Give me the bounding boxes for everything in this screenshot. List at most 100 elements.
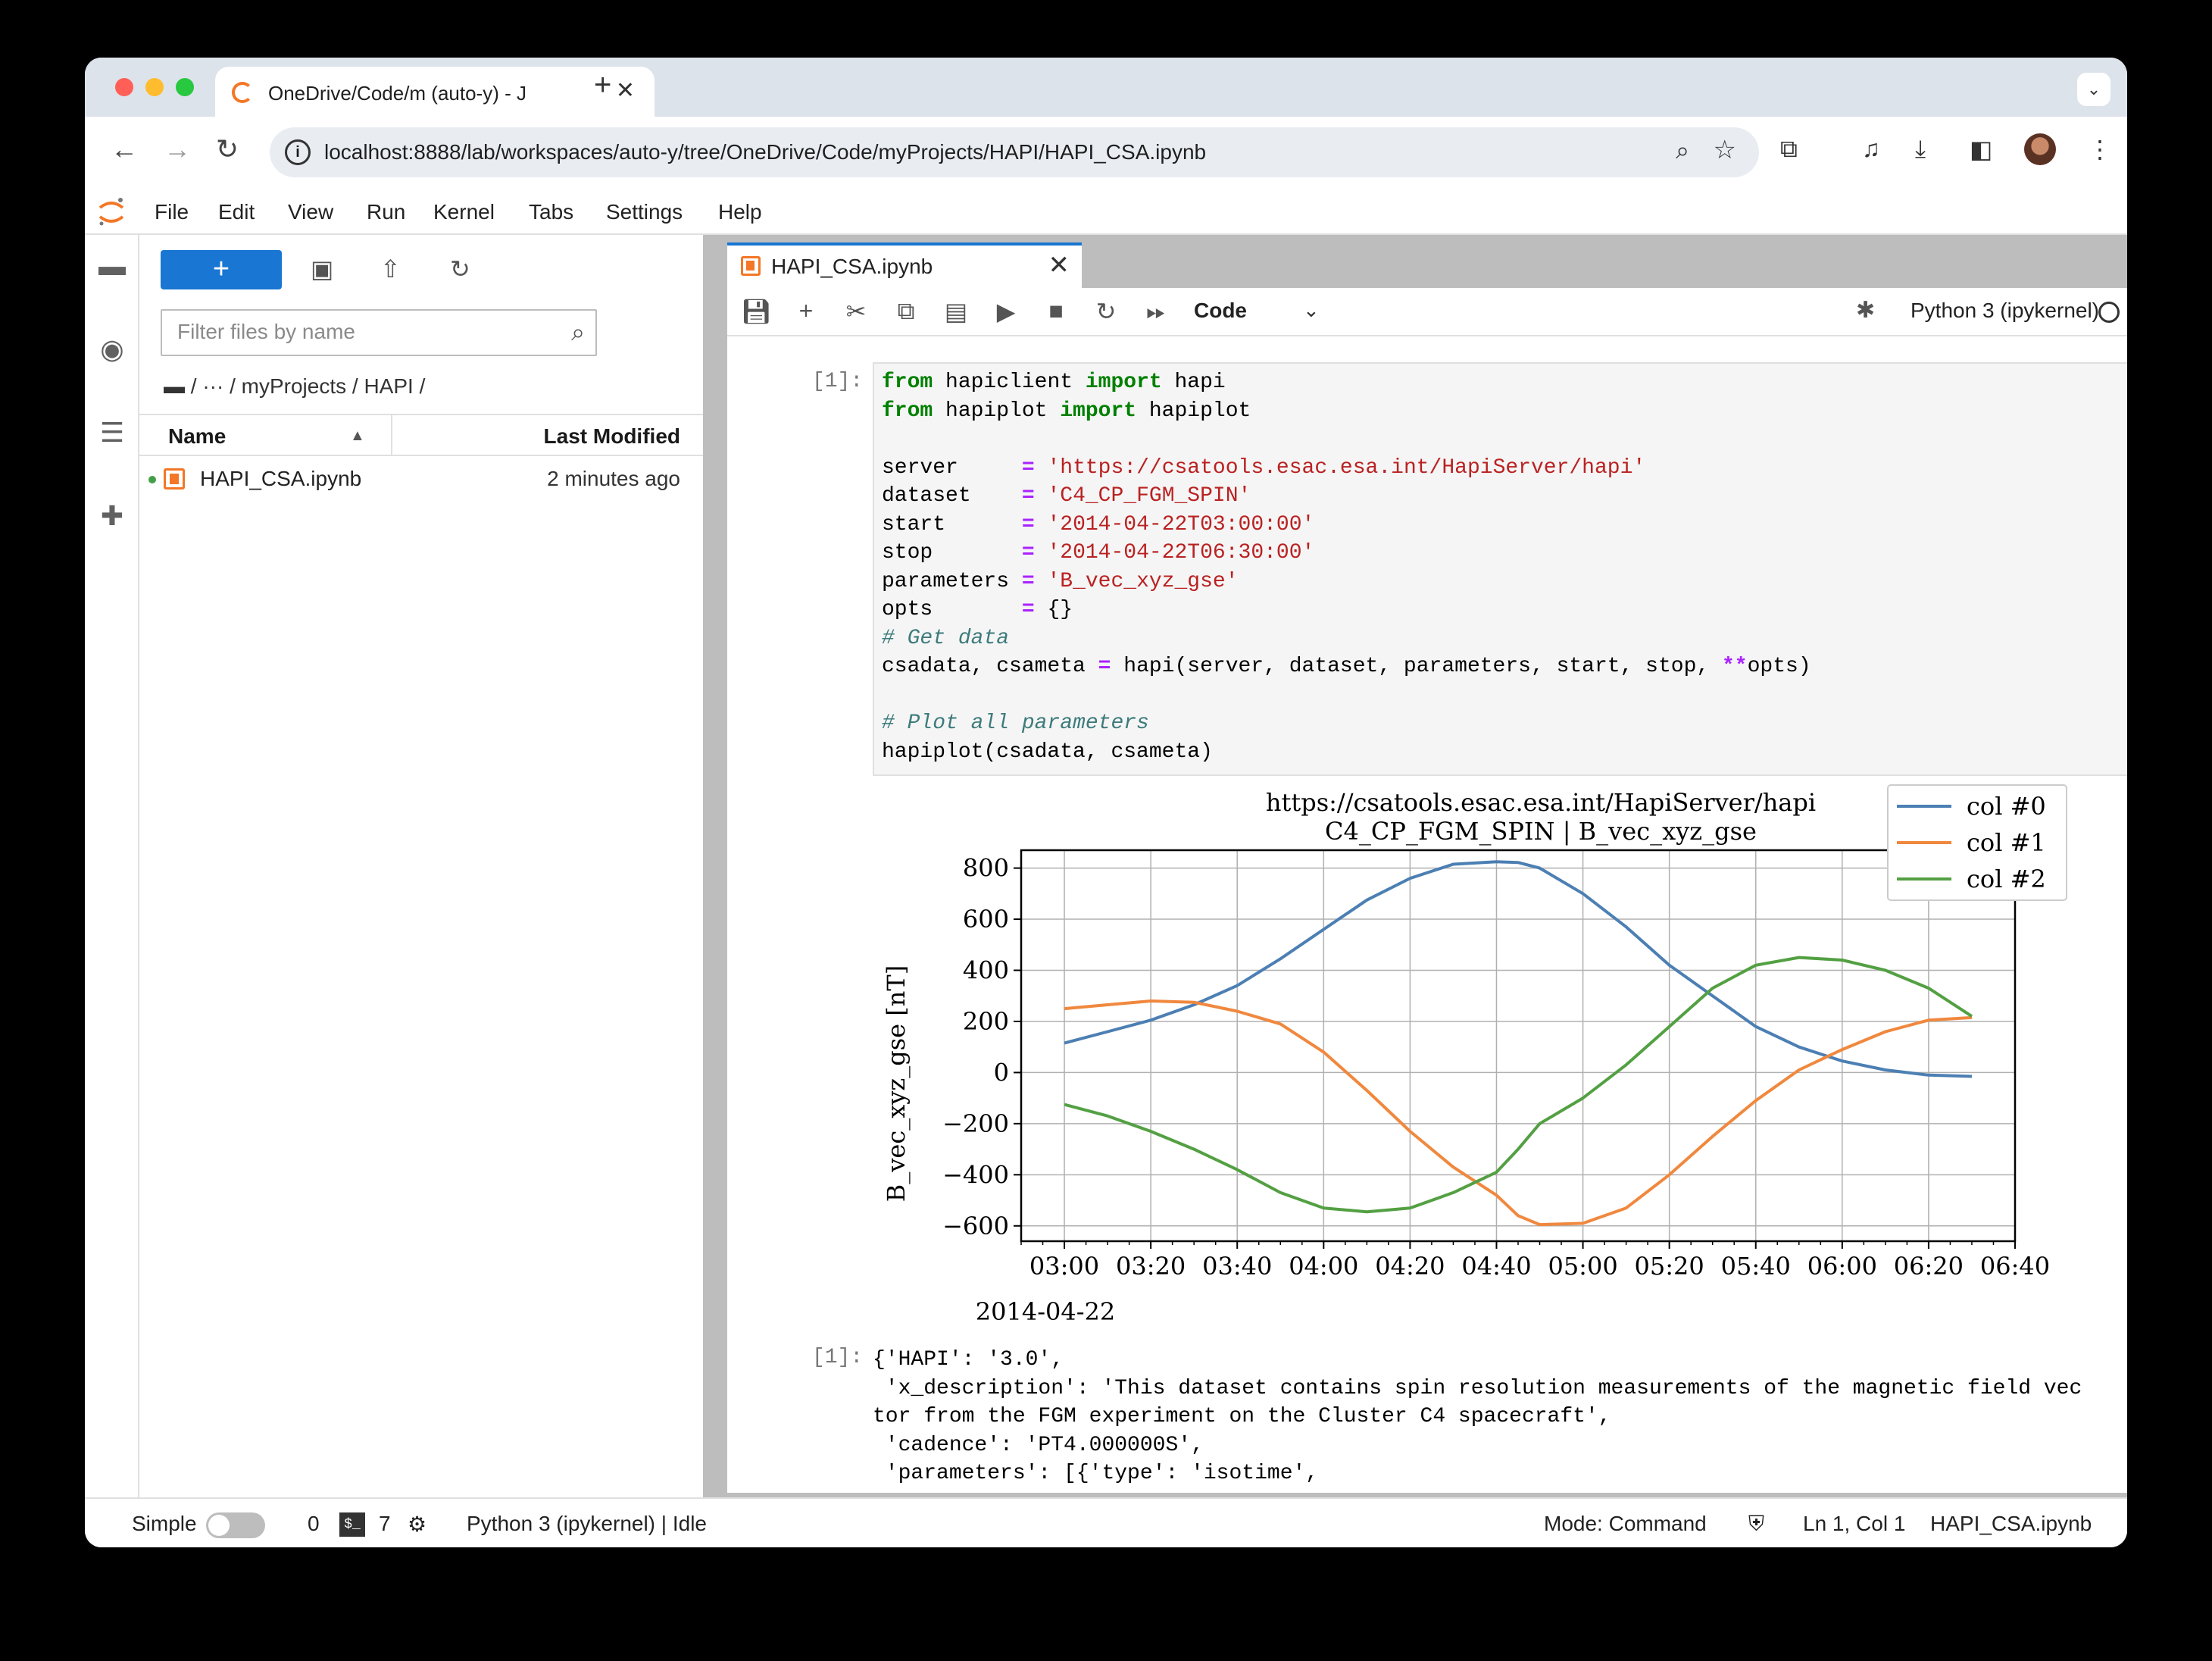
menu-run[interactable]: Run — [367, 200, 405, 224]
folder-icon[interactable]: ▬ — [94, 250, 130, 286]
tab-search-icon[interactable]: ⌄ — [2077, 73, 2110, 106]
stop-icon[interactable]: ■ — [1041, 297, 1071, 325]
breadcrumb-path[interactable]: / ··· / myProjects / HAPI / — [191, 374, 426, 398]
chevron-down-icon[interactable]: ⌄ — [1303, 299, 1320, 322]
new-launcher-button[interactable]: + — [161, 250, 282, 289]
y-tick-label: −200 — [942, 1109, 1009, 1138]
simple-mode-toggle[interactable] — [206, 1512, 265, 1538]
column-name-header[interactable]: Name — [168, 424, 226, 449]
zoom-icon[interactable]: ⌕ — [1676, 136, 1689, 165]
menu-file[interactable]: File — [155, 200, 189, 224]
kernel-status-icon — [2098, 302, 2120, 323]
site-info-icon[interactable]: i — [285, 139, 311, 165]
menu-settings[interactable]: Settings — [606, 200, 683, 224]
code-cell-editor[interactable]: from hapiclient import hapi from hapiplo… — [873, 362, 2127, 776]
sort-ascending-icon[interactable]: ▲ — [350, 427, 365, 445]
mode-indicator: Mode: Command — [1544, 1512, 1707, 1535]
restart-kernel-icon[interactable]: ↻ — [1091, 297, 1121, 326]
media-controls-icon[interactable]: ♫ — [1862, 135, 1880, 163]
kernel-name[interactable]: Python 3 (ipykernel) — [1911, 299, 2099, 323]
menu-kernel[interactable]: Kernel — [433, 200, 495, 224]
upload-icon[interactable]: ⇧ — [380, 255, 401, 283]
hapi-plot: 03:00 03:20 03:40 04:00 04:20 04:40 05:00 05:20… — [882, 784, 2067, 1326]
cursor-position[interactable]: Ln 1, Col 1 — [1803, 1512, 1905, 1536]
chrome-menu-icon[interactable]: ⋮ — [2088, 135, 2112, 164]
insert-cell-icon[interactable]: + — [791, 297, 821, 325]
run-all-icon[interactable]: ⏩︎ — [1141, 297, 1171, 326]
notebook-panel: 💾︎ + ✂ ⧉ ▤ ▶ ■ ↻ ⏩︎ Code ⌄ ✱ Python 3 (i… — [727, 288, 2127, 1493]
copy-icon[interactable]: ⧉ — [891, 297, 921, 326]
menu-view[interactable]: View — [288, 200, 333, 224]
output-line: 'parameters': [{'type': 'isotime', — [873, 1462, 1319, 1485]
profile-avatar[interactable] — [2024, 133, 2056, 165]
window-close-button[interactable] — [115, 78, 133, 96]
notebook-file-icon — [164, 468, 185, 490]
output-line: 'x_description': 'This dataset contains … — [873, 1376, 2082, 1400]
running-kernels-icon[interactable]: ◉ — [94, 333, 130, 370]
menu-tabs[interactable]: Tabs — [529, 200, 573, 224]
run-icon[interactable]: ▶ — [991, 297, 1021, 326]
table-of-contents-icon[interactable]: ☰ — [94, 417, 130, 453]
tab-notebook[interactable]: HAPI_CSA.ipynb ✕ — [727, 242, 1082, 288]
x-tick-label: 04:20 — [1375, 1252, 1445, 1281]
kernel-cpu-icon[interactable]: ⚙ — [408, 1512, 426, 1537]
address-bar[interactable]: i localhost:8888/lab/workspaces/auto-y/t… — [270, 127, 1759, 177]
notebook-file-icon — [741, 256, 761, 276]
menu-edit[interactable]: Edit — [218, 200, 255, 224]
x-tick-label: 04:00 — [1289, 1252, 1358, 1281]
left-activity-bar: ▬ ◉ ☰ ✚ — [85, 235, 139, 1497]
cut-icon[interactable]: ✂ — [841, 297, 871, 326]
bookmark-star-icon[interactable]: ☆ — [1714, 135, 1736, 165]
panel-splitter[interactable] — [703, 235, 718, 1497]
refresh-icon[interactable]: ↻ — [450, 255, 470, 283]
filter-files-field[interactable]: ⌕ — [161, 309, 597, 356]
close-icon[interactable]: ✕ — [1048, 250, 1070, 280]
current-file-name: HAPI_CSA.ipynb — [1930, 1512, 2092, 1535]
download-icon[interactable]: ⤓ — [1915, 135, 1926, 164]
side-panel-icon[interactable]: ◧ — [1970, 135, 1992, 164]
jupyter-menu-bar: File Edit View Run Kernel Tabs Settings … — [85, 188, 2127, 235]
file-list-header: Name ▲ Last Modified — [139, 414, 703, 456]
running-indicator-icon — [148, 476, 156, 483]
notebook-tab-title[interactable]: HAPI_CSA.ipynb — [771, 255, 933, 279]
forward-icon[interactable]: → — [161, 133, 194, 165]
browser-tab-strip: OneDrive/Code/m (auto-y) - J ✕ + ⌄ — [85, 58, 2127, 117]
browser-tab[interactable]: OneDrive/Code/m (auto-y) - J ✕ — [215, 67, 655, 117]
x-tick-label: 05:40 — [1721, 1252, 1791, 1281]
back-icon[interactable]: ← — [108, 133, 141, 165]
url-text[interactable]: localhost:8888/lab/workspaces/auto-y/tre… — [324, 140, 1206, 164]
chart-subtitle: C4_CP_FGM_SPIN | B_vec_xyz_gse — [1325, 817, 1757, 846]
code-text[interactable]: from hapiclient import hapi from hapiplo… — [882, 368, 1811, 766]
column-divider — [391, 415, 392, 455]
x-tick-label: 06:20 — [1894, 1252, 1964, 1281]
extensions-puzzle-icon[interactable]: ✚ — [94, 500, 130, 536]
new-tab-button[interactable]: + — [594, 68, 611, 102]
loading-spinner-icon — [232, 82, 253, 103]
x-tick-label: 06:00 — [1807, 1252, 1877, 1281]
home-folder-icon[interactable]: ▬ — [164, 374, 185, 398]
cell-output: {'HAPI': '3.0', 'x_description': 'This d… — [873, 1346, 2082, 1488]
breadcrumb[interactable]: ▬ / ··· / myProjects / HAPI / — [164, 374, 425, 399]
reload-icon[interactable]: ↻ — [211, 133, 244, 165]
y-tick-label: 0 — [994, 1058, 1009, 1087]
extensions-icon[interactable]: ⧉ — [1780, 135, 1798, 164]
file-modified: 2 minutes ago — [547, 467, 680, 490]
debugger-icon[interactable]: ✱ — [1856, 297, 1875, 324]
window-maximize-button[interactable] — [176, 78, 194, 96]
window-minimize-button[interactable] — [145, 78, 164, 96]
terminal-icon[interactable]: $_ — [339, 1512, 365, 1537]
save-icon[interactable]: 💾︎ — [741, 297, 772, 326]
output-line: tor from the FGM experiment on the Clust… — [873, 1405, 1611, 1428]
jupyter-logo-icon — [98, 198, 124, 226]
column-modified-header[interactable]: Last Modified — [544, 424, 680, 449]
list-item[interactable]: HAPI_CSA.ipynb 2 minutes ago — [139, 458, 703, 500]
menu-help[interactable]: Help — [718, 200, 762, 224]
browser-window: OneDrive/Code/m (auto-y) - J ✕ + ⌄ ← → ↻… — [85, 58, 2127, 1547]
file-name[interactable]: HAPI_CSA.ipynb — [200, 467, 361, 491]
main-dock-area: HAPI_CSA.ipynb ✕ 💾︎ + ✂ ⧉ ▤ ▶ ■ ↻ ⏩︎ Cod… — [718, 235, 2127, 1497]
paste-icon[interactable]: ▤ — [941, 297, 971, 326]
close-tab-icon[interactable]: ✕ — [616, 77, 635, 104]
new-folder-icon[interactable]: ▣ — [311, 255, 333, 283]
cell-type-select[interactable]: Code — [1194, 299, 1247, 323]
filter-files-input[interactable] — [177, 320, 541, 344]
